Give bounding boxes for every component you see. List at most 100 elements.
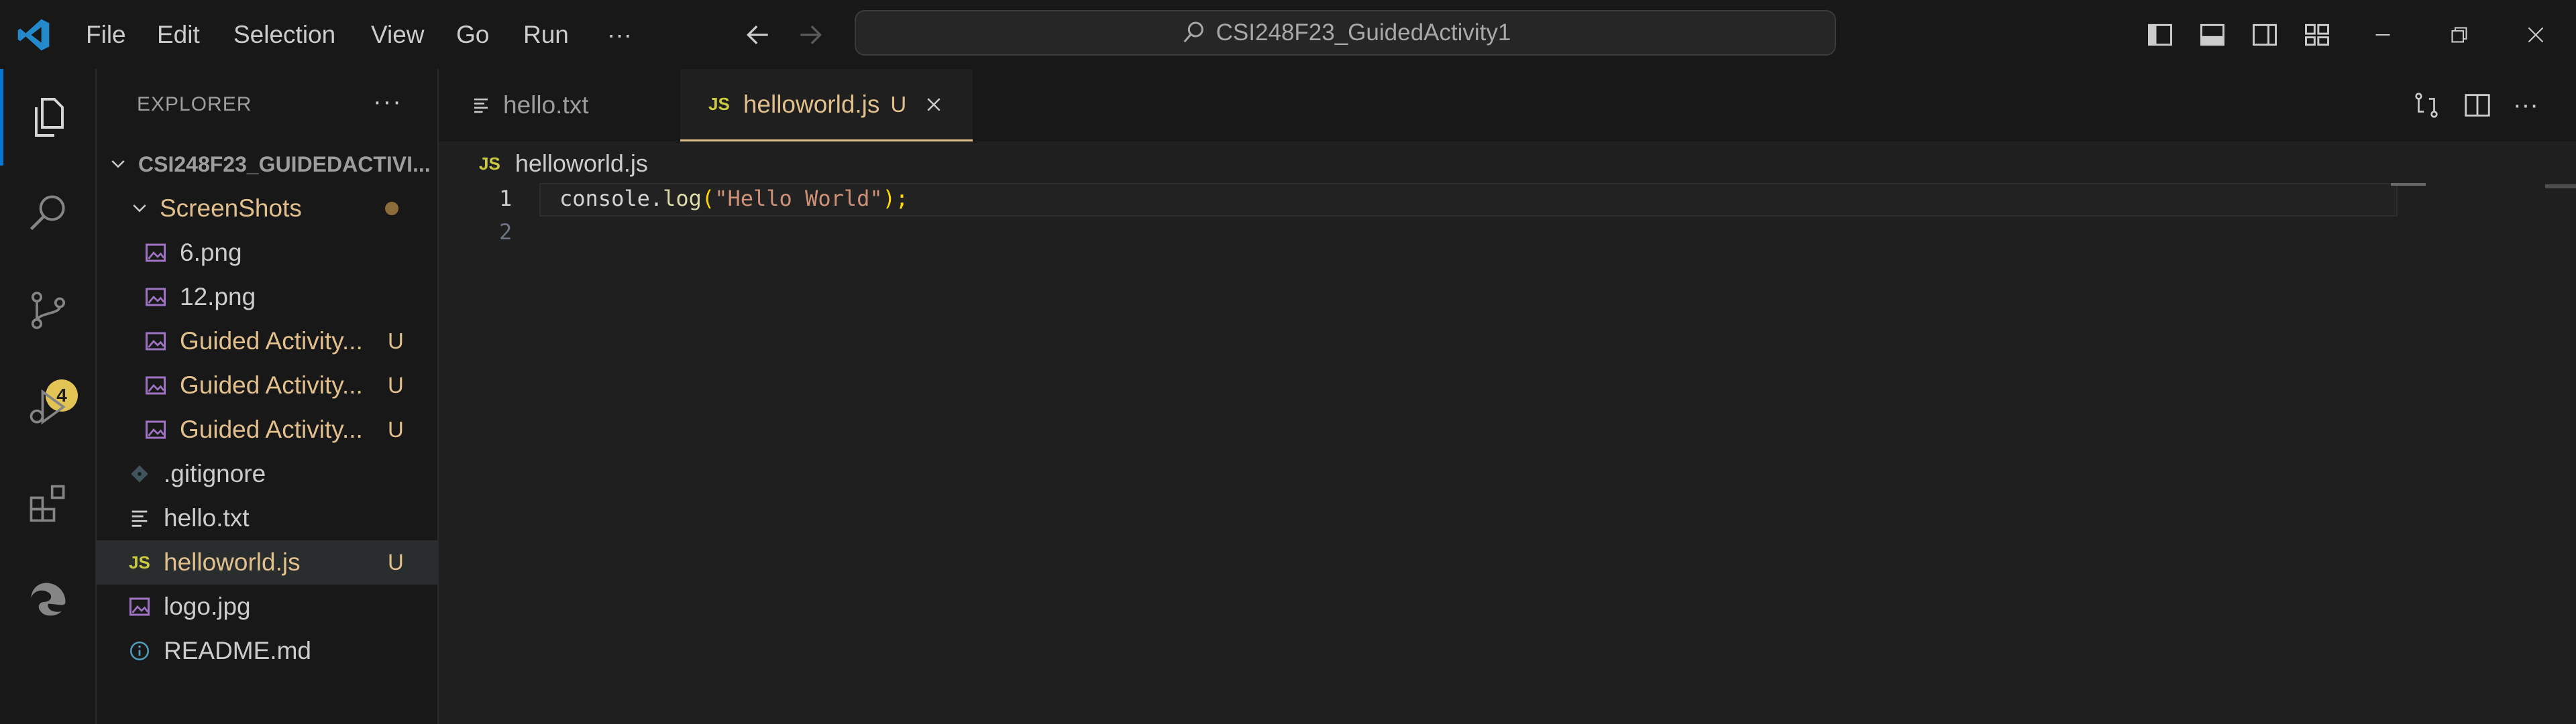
js-file-icon: JS bbox=[129, 552, 150, 572]
menu-view[interactable]: View bbox=[371, 0, 425, 69]
active-indicator bbox=[0, 69, 3, 166]
menu-more[interactable]: ··· bbox=[607, 0, 632, 69]
file-label: .gitignore bbox=[164, 460, 266, 487]
tab-label: hello.txt bbox=[503, 91, 589, 119]
command-center-search[interactable]: CSI248F23_GuidedActivity1 bbox=[855, 10, 1836, 56]
toggle-primary-sidebar-icon[interactable] bbox=[2145, 0, 2175, 69]
extensions-icon[interactable] bbox=[0, 455, 97, 552]
open-changes-icon[interactable] bbox=[2411, 69, 2442, 141]
search-view-icon[interactable] bbox=[0, 166, 97, 262]
menu-selection[interactable]: Selection bbox=[233, 0, 335, 69]
image-file-icon bbox=[142, 328, 169, 355]
file-hello-txt[interactable]: hello.txt bbox=[97, 496, 437, 540]
restore-icon[interactable] bbox=[2447, 0, 2471, 69]
forward-arrow-icon[interactable] bbox=[796, 0, 825, 69]
image-file-icon bbox=[142, 416, 169, 443]
split-editor-icon[interactable] bbox=[2462, 69, 2493, 141]
close-tab-icon[interactable] bbox=[924, 95, 944, 115]
file-label: Guided Activity... bbox=[180, 371, 363, 399]
back-arrow-icon[interactable] bbox=[743, 0, 773, 69]
file-label: helloworld.js bbox=[164, 548, 301, 576]
title-bar: File Edit Selection View Go Run ··· CSI2… bbox=[0, 0, 2576, 69]
explorer-icon[interactable] bbox=[0, 69, 97, 166]
file-helloworld-js[interactable]: JS helloworld.js U bbox=[97, 540, 437, 585]
js-file-icon: JS bbox=[708, 94, 730, 114]
search-icon bbox=[1180, 19, 1207, 46]
modified-dot bbox=[385, 202, 398, 215]
code-line[interactable]: console.log("Hello World"); bbox=[559, 186, 908, 211]
code-token-close: ); bbox=[882, 186, 909, 211]
file-label: logo.jpg bbox=[164, 593, 251, 620]
file-6-png[interactable]: 6.png bbox=[97, 231, 437, 275]
menu-file[interactable]: File bbox=[86, 0, 126, 69]
file-logo-jpg[interactable]: logo.jpg bbox=[97, 585, 437, 629]
image-file-icon bbox=[126, 593, 153, 620]
source-control-icon[interactable] bbox=[0, 262, 97, 359]
file-guided-activity-2[interactable]: Guided Activity... U bbox=[97, 363, 437, 408]
untracked-status: U bbox=[388, 328, 404, 353]
file-label: 12.png bbox=[180, 283, 256, 310]
breadcrumb-file: helloworld.js bbox=[515, 149, 648, 177]
file-label: hello.txt bbox=[164, 504, 250, 532]
explorer-sidebar: EXPLORER ··· CSI248F23_GUIDEDACTIVI... S… bbox=[97, 69, 439, 724]
vertical-scrollbar[interactable] bbox=[2545, 184, 2576, 188]
menu-edit[interactable]: Edit bbox=[157, 0, 200, 69]
vscode-logo-icon bbox=[15, 0, 52, 69]
folder-screenshots[interactable]: ScreenShots bbox=[97, 186, 437, 231]
file-readme-md[interactable]: README.md bbox=[97, 629, 437, 673]
code-token-paren: ( bbox=[701, 186, 715, 211]
editor-area: JS helloworld.js 1 2 console.log("Hello … bbox=[439, 141, 2576, 724]
file-12-png[interactable]: 12.png bbox=[97, 275, 437, 319]
code-token-object: console bbox=[559, 186, 650, 211]
image-file-icon bbox=[142, 372, 169, 399]
line-number: 1 bbox=[499, 186, 513, 211]
file-gitignore[interactable]: .gitignore bbox=[97, 452, 437, 496]
folder-label: ScreenShots bbox=[160, 194, 302, 222]
menu-go[interactable]: Go bbox=[456, 0, 489, 69]
tab-helloworld-js[interactable]: JS helloworld.js U bbox=[680, 69, 973, 141]
edge-browser-icon[interactable] bbox=[0, 552, 97, 648]
editor-tabs: hello.txt JS helloworld.js U ··· bbox=[439, 69, 2576, 141]
editor-more-actions[interactable]: ··· bbox=[2513, 69, 2538, 141]
text-file-icon bbox=[471, 95, 491, 115]
customize-layout-icon[interactable] bbox=[2302, 0, 2332, 69]
explorer-more-button[interactable]: ··· bbox=[373, 88, 402, 117]
breadcrumb[interactable]: JS helloworld.js bbox=[479, 147, 648, 180]
file-label: Guided Activity... bbox=[180, 416, 363, 443]
minimize-icon[interactable] bbox=[2371, 0, 2395, 69]
close-window-icon[interactable] bbox=[2524, 0, 2548, 69]
toggle-secondary-sidebar-icon[interactable] bbox=[2250, 0, 2279, 69]
image-file-icon bbox=[142, 239, 169, 266]
info-icon bbox=[126, 638, 153, 664]
workspace-root-label: CSI248F23_GUIDEDACTIVI... bbox=[138, 152, 431, 176]
tab-label: helloworld.js bbox=[743, 90, 880, 118]
git-file-icon bbox=[126, 461, 153, 487]
file-label: 6.png bbox=[180, 239, 242, 266]
untracked-status: U bbox=[388, 550, 404, 575]
explorer-title: EXPLORER bbox=[137, 93, 252, 115]
tab-status: U bbox=[890, 91, 907, 117]
file-guided-activity-1[interactable]: Guided Activity... U bbox=[97, 319, 437, 363]
file-guided-activity-3[interactable]: Guided Activity... U bbox=[97, 408, 437, 452]
code-token-dot: . bbox=[649, 186, 663, 211]
untracked-status: U bbox=[388, 373, 404, 398]
file-label: Guided Activity... bbox=[180, 327, 363, 355]
menu-run[interactable]: Run bbox=[523, 0, 569, 69]
toggle-panel-icon[interactable] bbox=[2198, 0, 2227, 69]
chevron-down-icon bbox=[105, 151, 131, 178]
chevron-down-icon bbox=[126, 195, 153, 222]
text-file-icon bbox=[126, 505, 153, 532]
image-file-icon bbox=[142, 284, 169, 310]
search-label: CSI248F23_GuidedActivity1 bbox=[1216, 19, 1511, 46]
line-number: 2 bbox=[499, 219, 513, 245]
run-debug-icon[interactable] bbox=[0, 359, 97, 455]
activity-bar: 4 bbox=[0, 69, 97, 724]
untracked-status: U bbox=[388, 417, 404, 442]
js-file-icon: JS bbox=[479, 153, 500, 174]
file-label: README.md bbox=[164, 637, 311, 664]
code-token-function: log bbox=[663, 186, 702, 211]
minimap[interactable] bbox=[2391, 183, 2426, 186]
code-token-string: "Hello World" bbox=[714, 186, 883, 211]
tab-hello-txt[interactable]: hello.txt bbox=[439, 69, 680, 141]
workspace-root[interactable]: CSI248F23_GUIDEDACTIVI... bbox=[97, 142, 437, 186]
